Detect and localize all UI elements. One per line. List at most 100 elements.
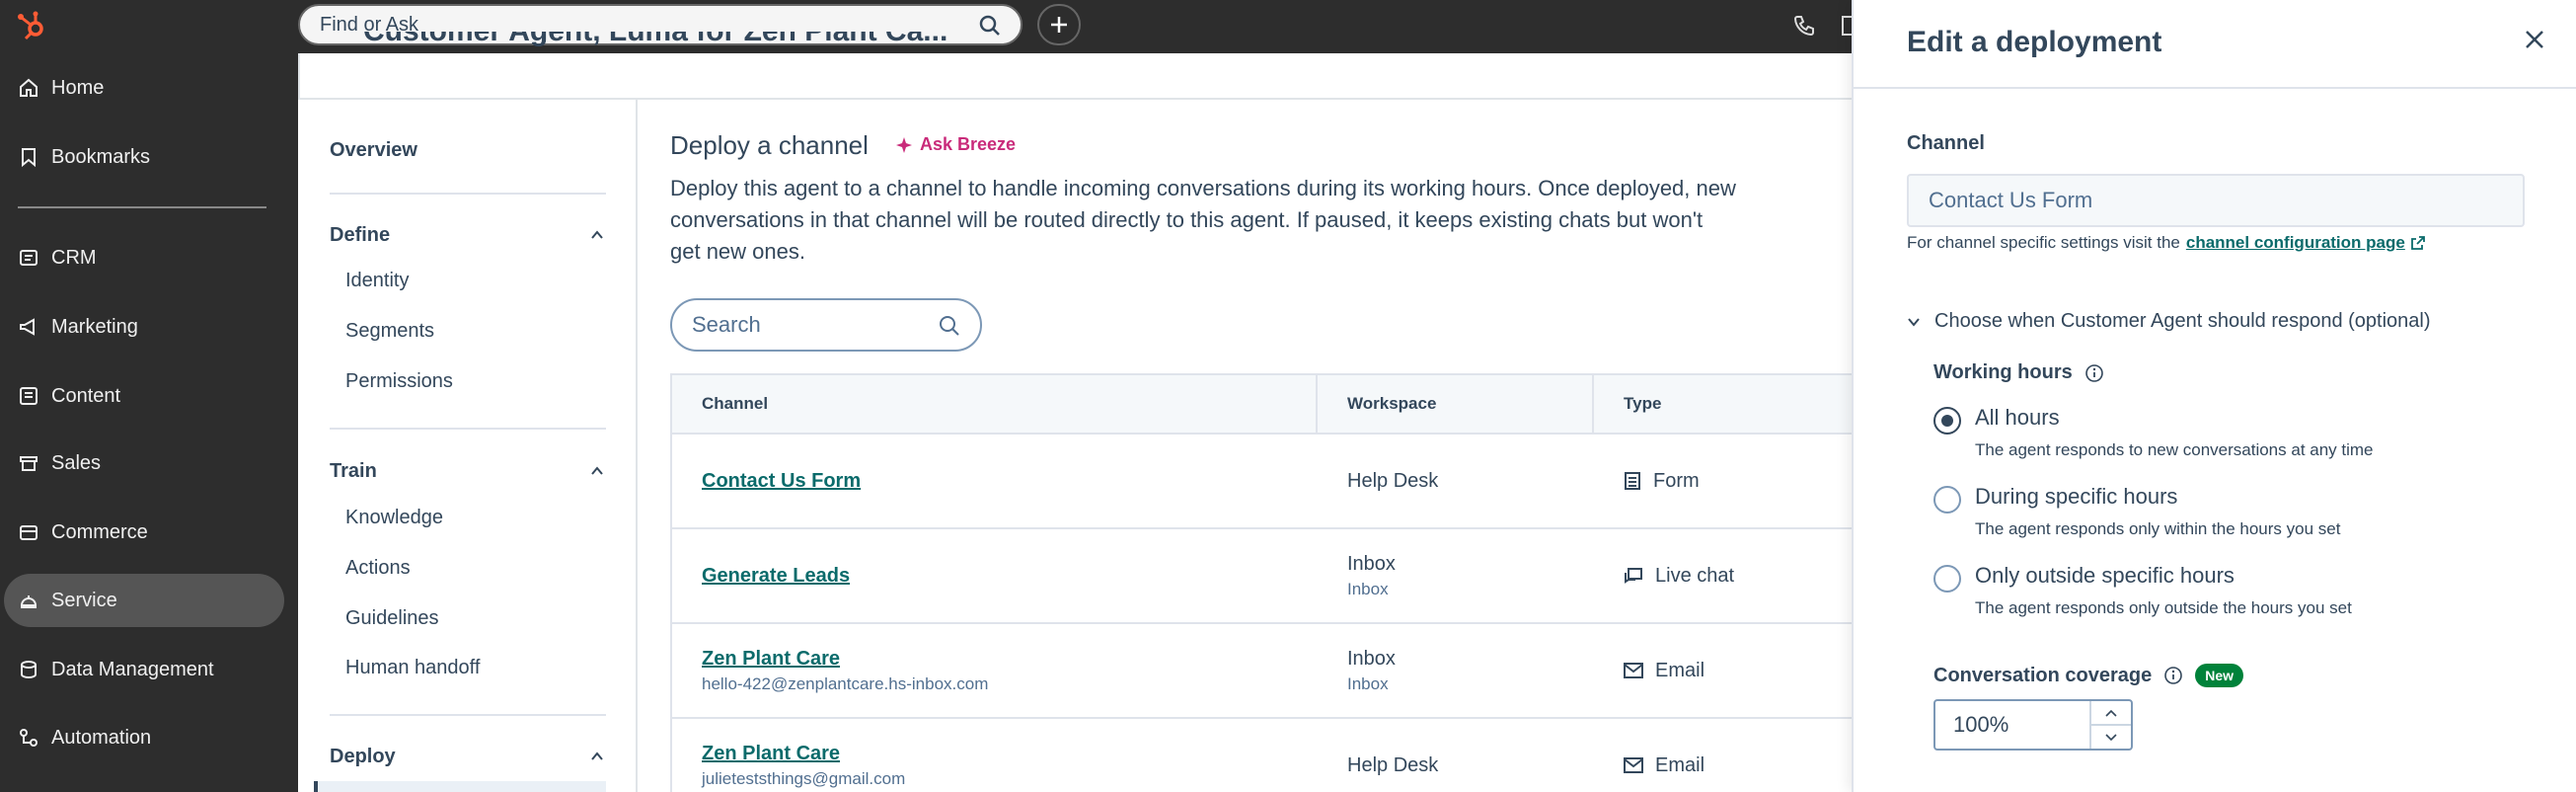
subnav-section-train[interactable]: Train	[330, 460, 377, 483]
subnav-divider	[330, 193, 606, 195]
workspace-sub: Inbox	[1347, 673, 1389, 693]
channel-link[interactable]: Zen Plant Care	[702, 648, 1318, 671]
table-row: Zen Plant Care julieteststhings@gmail.co…	[672, 719, 1852, 792]
option-label: During specific hours	[1975, 484, 2178, 509]
automation-icon	[18, 727, 39, 749]
info-icon[interactable]	[2163, 666, 2183, 685]
option-description: The agent responds to new conversations …	[1975, 440, 2374, 459]
chevron-down-icon	[2105, 733, 2117, 741]
nav-item-content[interactable]: Content	[4, 369, 284, 423]
chevron-up-icon[interactable]	[590, 750, 604, 763]
nav-divider	[18, 206, 266, 208]
channel-type: Email	[1655, 659, 1705, 681]
search-icon	[940, 316, 959, 336]
search-placeholder: Search	[692, 312, 761, 337]
section-description: Deploy this agent to a channel to handle…	[670, 176, 1736, 264]
help-prefix: For channel specific settings visit the	[1907, 233, 2180, 252]
subnav-active-item[interactable]	[314, 781, 606, 792]
nav-item-label: Bookmarks	[51, 145, 151, 168]
close-icon[interactable]	[2523, 28, 2546, 51]
nav-item-crm[interactable]: CRM	[4, 231, 284, 284]
channel-link[interactable]: Contact Us Form	[702, 470, 1318, 493]
nav-item-commerce[interactable]: Commerce	[4, 506, 284, 559]
radio-button[interactable]	[1933, 565, 1961, 593]
search-icon	[979, 15, 1000, 36]
nav-item-automation[interactable]: Automation	[4, 711, 284, 764]
increment-button[interactable]	[2091, 701, 2131, 726]
channel-field: Contact Us Form	[1907, 174, 2525, 227]
radio-button[interactable]	[1933, 407, 1961, 435]
subnav-item-permissions[interactable]: Permissions	[345, 370, 453, 393]
channel-address: julieteststhings@gmail.com	[702, 768, 906, 788]
plus-icon	[1051, 17, 1067, 33]
table-row: Zen Plant Care hello-422@zenplantcare.hs…	[672, 624, 1852, 719]
channel-type: Live chat	[1655, 564, 1735, 587]
commerce-icon	[18, 521, 39, 543]
chevron-up-icon[interactable]	[590, 228, 604, 242]
nav-item-label: Data Management	[51, 658, 214, 680]
hubspot-logo-icon[interactable]	[14, 8, 49, 43]
working-hours-option-all[interactable]: All hours The agent responds to new conv…	[1933, 405, 2374, 460]
info-icon[interactable]	[2084, 363, 2104, 383]
email-icon	[1624, 757, 1643, 773]
expander-label: Choose when Customer Agent should respon…	[1934, 310, 2431, 332]
channel-type: Form	[1653, 469, 1700, 492]
edit-deployment-panel: Edit a deployment Channel Contact Us For…	[1852, 0, 2576, 792]
channel-link[interactable]: Zen Plant Care	[702, 743, 1318, 765]
channel-help-text: For channel specific settings visit the …	[1907, 233, 2425, 253]
content-icon	[18, 385, 39, 407]
channel-configuration-link[interactable]: channel configuration page	[2186, 233, 2405, 253]
nav-item-home[interactable]: Home	[4, 61, 284, 115]
option-label: Only outside specific hours	[1975, 563, 2235, 588]
option-label: All hours	[1975, 405, 2060, 430]
bookmark-icon	[18, 146, 39, 168]
subnav-item-identity[interactable]: Identity	[345, 270, 409, 292]
channel-link[interactable]: Generate Leads	[702, 565, 1318, 588]
radio-button[interactable]	[1933, 486, 1961, 514]
external-link-icon[interactable]	[2410, 236, 2425, 250]
working-hours-option-outside[interactable]: Only outside specific hours The agent re…	[1933, 563, 2352, 618]
subnav-section-define[interactable]: Define	[330, 224, 390, 247]
column-header-type[interactable]: Type	[1594, 375, 1854, 433]
column-header-workspace[interactable]: Workspace	[1318, 375, 1594, 433]
working-hours-label: Working hours	[1933, 361, 2104, 384]
nav-item-marketing[interactable]: Marketing	[4, 300, 284, 354]
subnav-item-human-handoff[interactable]: Human handoff	[345, 657, 480, 679]
column-header-channel[interactable]: Channel	[672, 375, 1318, 433]
decrement-button[interactable]	[2091, 726, 2131, 749]
workspace-sub: Inbox	[1347, 579, 1389, 598]
chevron-up-icon[interactable]	[590, 464, 604, 478]
table-row: Generate Leads Inbox Inbox Live chat	[672, 529, 1852, 624]
subnav-item-actions[interactable]: Actions	[345, 557, 411, 580]
chevron-up-icon	[2105, 709, 2117, 717]
workspace-name: Inbox	[1347, 552, 1396, 575]
nav-item-sales[interactable]: Sales	[4, 436, 284, 490]
subnav-item-segments[interactable]: Segments	[345, 320, 434, 343]
coverage-stepper[interactable]: 100%	[1933, 699, 2133, 751]
conversation-coverage-label: Conversation coverage New	[1933, 664, 2243, 687]
respond-schedule-expander[interactable]: Choose when Customer Agent should respon…	[1907, 310, 2431, 333]
phone-icon[interactable]	[1792, 14, 1816, 38]
option-description: The agent responds only outside the hour…	[1975, 598, 2352, 617]
ask-breeze-button[interactable]: Ask Breeze	[896, 134, 1016, 155]
subnav-item-knowledge[interactable]: Knowledge	[345, 507, 443, 529]
channel-search-input[interactable]: Search	[670, 298, 982, 352]
panel-title: Edit a deployment	[1907, 26, 2162, 58]
working-hours-option-during[interactable]: During specific hours The agent responds…	[1933, 484, 2340, 539]
marketplace-icon[interactable]	[1842, 14, 1852, 38]
channels-table: Channel Workspace Type Contact Us Form H…	[670, 373, 1852, 792]
coverage-input[interactable]: 100%	[1935, 701, 2089, 749]
nav-item-service[interactable]: Service	[4, 574, 284, 627]
channel-address: hello-422@zenplantcare.hs-inbox.com	[702, 673, 989, 693]
subnav-item-guidelines[interactable]: Guidelines	[345, 607, 439, 630]
subnav-section-deploy[interactable]: Deploy	[330, 746, 396, 768]
subnav-overview[interactable]: Overview	[330, 139, 417, 162]
page-title: Customer Agent, Luma for Zen Plant Ca...	[363, 32, 947, 53]
email-icon	[1624, 663, 1643, 678]
crm-icon	[18, 247, 39, 269]
nav-item-data-management[interactable]: Data Management	[4, 643, 284, 696]
create-button[interactable]	[1037, 4, 1081, 45]
nav-item-bookmarks[interactable]: Bookmarks	[4, 130, 284, 184]
coverage-text: Conversation coverage	[1933, 664, 2153, 686]
nav-item-label: CRM	[51, 246, 97, 269]
